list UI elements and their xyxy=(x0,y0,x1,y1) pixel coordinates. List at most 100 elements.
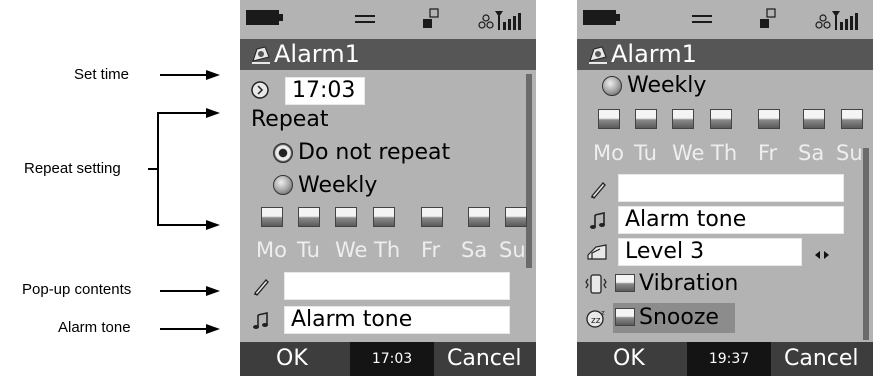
popup-contents-input[interactable] xyxy=(284,272,510,300)
radio-label: Weekly xyxy=(298,173,378,198)
clock-value: 19:37 xyxy=(708,351,750,367)
snooze-icon: zz z xyxy=(586,309,605,328)
checkbox-monday[interactable] xyxy=(261,207,283,227)
checkbox-sunday[interactable] xyxy=(505,207,527,227)
music-note-icon xyxy=(590,212,605,229)
radio-button[interactable] xyxy=(602,76,622,96)
alarm-tone-value: Alarm tone xyxy=(291,307,413,332)
network-icon xyxy=(423,8,439,28)
vibration-icon xyxy=(585,274,607,294)
radio-button[interactable] xyxy=(273,175,293,195)
svg-text:z: z xyxy=(601,309,605,317)
alarm-bell-icon xyxy=(252,46,270,64)
repeat-label: Repeat xyxy=(251,107,329,132)
annotation-arrowhead xyxy=(206,108,220,118)
annotation-set-time-label: Set time xyxy=(74,66,130,83)
phone-screen-alarm-settings-scrolled: Alarm1 Weekly Mo Tu We Th Fr Sa Su Alarm… xyxy=(577,0,873,376)
annotation-arrowhead xyxy=(206,220,220,230)
left-right-arrows-icon[interactable] xyxy=(815,250,829,260)
checkbox-wednesday[interactable] xyxy=(335,207,357,227)
status-clock: 19:37 xyxy=(687,342,771,376)
annotation-popup-contents-label: Pop-up contents xyxy=(22,281,132,298)
day-label: Th xyxy=(711,141,738,165)
page-title: Alarm1 xyxy=(274,40,360,68)
radio-label: Do not repeat xyxy=(298,140,451,165)
day-label: Su xyxy=(499,238,526,262)
status-bar xyxy=(577,0,873,39)
network-icon xyxy=(760,8,776,28)
annotation-bracket-vertical xyxy=(157,112,159,225)
status-clock: 17:03 xyxy=(350,342,434,376)
battery-icon xyxy=(246,10,283,25)
checkbox-monday[interactable] xyxy=(598,109,620,129)
annotation-arrowhead xyxy=(206,286,220,296)
day-label: Tu xyxy=(634,141,657,165)
annotation-repeat-setting-label: Repeat setting xyxy=(24,160,121,177)
softkey-bar: OK 19:37 Cancel xyxy=(577,342,873,376)
music-note-icon xyxy=(253,312,268,329)
battery-icon xyxy=(583,10,620,25)
time-value: 17:03 xyxy=(292,78,356,103)
popup-contents-input[interactable] xyxy=(618,174,844,202)
page-title: Alarm1 xyxy=(611,40,697,68)
status-bar xyxy=(240,0,536,39)
softkey-bar: OK 17:03 Cancel xyxy=(240,342,536,376)
cancel-softkey[interactable]: Cancel xyxy=(447,342,522,376)
signal-icon xyxy=(478,11,521,30)
volume-level-field[interactable]: Level 3 xyxy=(618,238,802,266)
scrollbar[interactable] xyxy=(526,74,532,268)
signal-icon xyxy=(815,11,858,30)
day-label: Th xyxy=(374,238,401,262)
alarm-bell-icon xyxy=(589,46,607,64)
checkbox-saturday[interactable] xyxy=(803,109,825,129)
annotation-arrow-line xyxy=(160,290,208,292)
title-bar: Alarm1 xyxy=(240,39,536,70)
checkbox-wednesday[interactable] xyxy=(672,109,694,129)
day-label: Su xyxy=(836,141,863,165)
radio-button-selected[interactable] xyxy=(273,143,293,163)
alarm-tone-value: Alarm tone xyxy=(625,207,747,232)
clock-value: 17:03 xyxy=(371,351,413,367)
alarm-tone-field[interactable]: Alarm tone xyxy=(618,206,844,234)
checkbox-sunday[interactable] xyxy=(841,109,863,129)
checkbox-thursday[interactable] xyxy=(710,109,732,129)
radio-label: Weekly xyxy=(627,73,707,98)
title-bar: Alarm1 xyxy=(577,39,873,70)
day-label: We xyxy=(672,141,705,165)
scrollbar[interactable] xyxy=(863,148,869,340)
menu-icon xyxy=(692,15,712,23)
menu-icon xyxy=(355,15,375,23)
ok-softkey[interactable]: OK xyxy=(276,342,308,376)
phone-screen-alarm-settings: Alarm1 17:03 Repeat Do not repeat Weekly… xyxy=(240,0,536,376)
annotation-bracket-stub xyxy=(148,168,157,170)
cancel-softkey[interactable]: Cancel xyxy=(784,342,859,376)
day-label: Mo xyxy=(256,238,287,262)
day-label: Mo xyxy=(593,141,624,165)
day-label: Sa xyxy=(798,141,825,165)
checkbox-tuesday[interactable] xyxy=(635,109,657,129)
day-label: Tu xyxy=(297,238,320,262)
volume-level-value: Level 3 xyxy=(625,239,705,264)
annotation-arrowhead xyxy=(206,70,220,80)
time-input[interactable]: 17:03 xyxy=(285,77,365,105)
checkbox-thursday[interactable] xyxy=(373,207,395,227)
volume-icon xyxy=(587,244,607,260)
annotation-arrowhead xyxy=(206,324,220,334)
annotation-arrow-line xyxy=(160,328,208,330)
checkbox-tuesday[interactable] xyxy=(298,207,320,227)
day-label: We xyxy=(335,238,368,262)
clock-icon xyxy=(251,81,269,99)
day-label: Fr xyxy=(758,141,778,165)
snooze-checkbox[interactable] xyxy=(615,308,635,326)
annotation-alarm-tone-label: Alarm tone xyxy=(58,319,131,336)
checkbox-friday[interactable] xyxy=(758,109,780,129)
annotation-bracket-top xyxy=(157,112,208,114)
checkbox-friday[interactable] xyxy=(421,207,443,227)
checkbox-saturday[interactable] xyxy=(468,207,490,227)
vibration-checkbox[interactable] xyxy=(615,274,635,292)
pencil-icon xyxy=(254,279,269,296)
ok-softkey[interactable]: OK xyxy=(613,342,645,376)
day-label: Sa xyxy=(461,238,488,262)
svg-text:zz: zz xyxy=(591,316,601,326)
alarm-tone-field[interactable]: Alarm tone xyxy=(284,306,510,334)
